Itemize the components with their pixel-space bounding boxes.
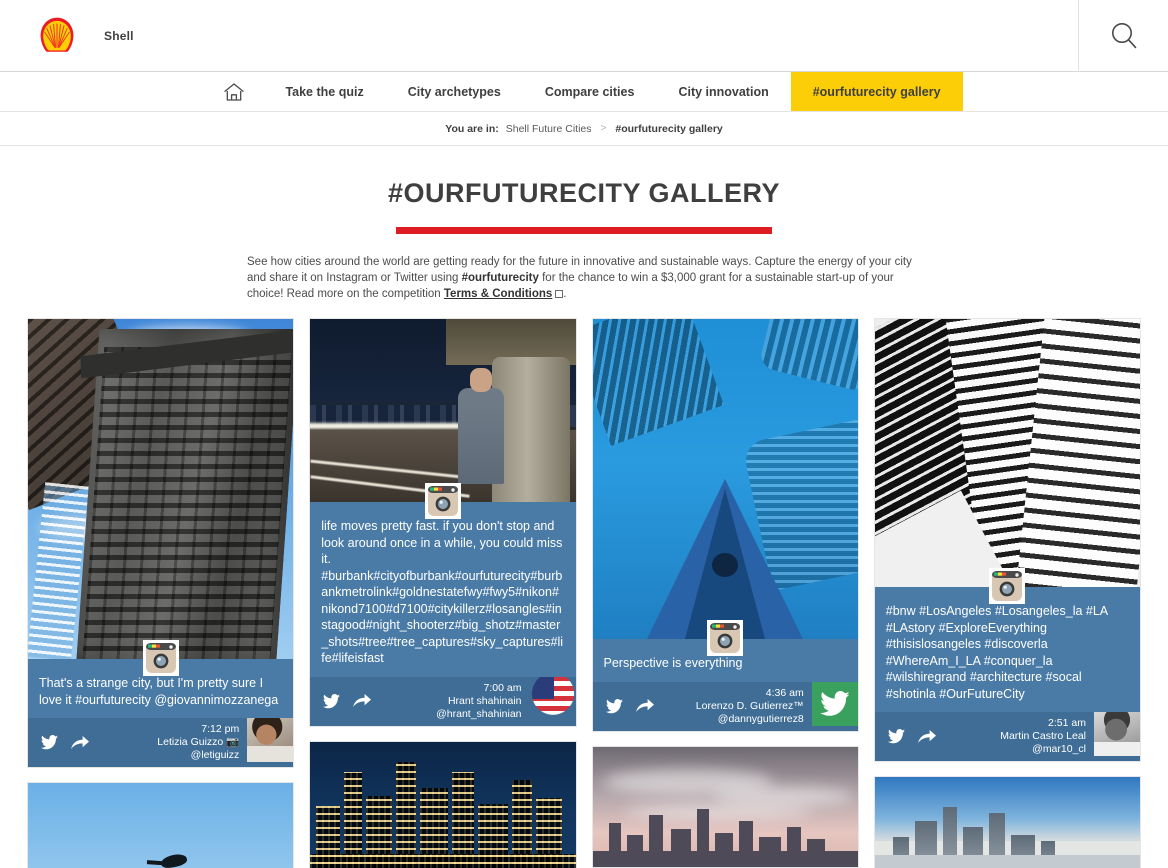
twitter-bird-icon[interactable] <box>605 698 623 714</box>
gallery-column-4: #bnw #LosAngeles #Losangeles_la #LA #LAs… <box>873 318 1141 868</box>
twitter-bird-icon[interactable] <box>41 735 58 750</box>
search-icon <box>1107 19 1141 53</box>
instagram-icon <box>424 483 461 519</box>
site-header: Shell <box>0 0 1168 72</box>
photo-los-angeles-downtown-night <box>310 741 576 868</box>
intro-text-end: . <box>563 288 567 300</box>
instagram-icon <box>989 568 1026 604</box>
post-time: 7:12 pm <box>201 723 240 735</box>
photo-freeway-light-trails-night <box>310 319 576 502</box>
post-author: Martin Castro Leal <box>1000 730 1086 742</box>
card-caption: #bnw #LosAngeles #Losangeles_la #LA #LAs… <box>874 587 1140 712</box>
photo-flatiron-building-blue-sky <box>28 319 294 659</box>
gallery-card[interactable]: That's a strange city, but I'm pretty su… <box>27 318 295 768</box>
retweet-arrow-icon[interactable] <box>71 735 89 750</box>
nav-item-take-the-quiz[interactable]: Take the quiz <box>263 72 385 111</box>
gallery-card-teaser[interactable] <box>873 776 1141 868</box>
gallery-column-2: life moves pretty fast. if you don't sto… <box>309 318 577 868</box>
gallery-card-teaser[interactable] <box>309 740 577 868</box>
avatar <box>247 718 294 762</box>
card-footer-actions <box>875 712 936 761</box>
instagram-icon <box>707 620 744 656</box>
retweet-arrow-icon[interactable] <box>353 694 372 708</box>
post-author: Lorenzo D. Gutierrez™ <box>695 699 804 712</box>
shell-pecten-logo-icon <box>36 15 78 57</box>
avatar <box>529 676 576 721</box>
breadcrumb-separator-icon: > <box>600 123 607 134</box>
breadcrumb-lead: You are in: <box>445 122 499 135</box>
breadcrumb-parent-link[interactable]: Shell Future Cities <box>506 123 592 135</box>
card-caption: life moves pretty fast. if you don't sto… <box>310 502 576 677</box>
gallery-column-3: Perspective is everything 4:36 am Lorenz… <box>591 318 859 868</box>
gallery-card[interactable]: #bnw #LosAngeles #Losangeles_la #LA #LAs… <box>873 318 1141 762</box>
card-photo[interactable] <box>874 319 1140 604</box>
post-author: Hrant shahinain <box>447 694 522 707</box>
card-photo[interactable] <box>310 319 576 519</box>
card-footer-meta: 7:00 am Hrant shahinain @hrant_shahinian <box>371 677 529 726</box>
post-time: 7:00 am <box>483 681 522 694</box>
brand-logo-group[interactable]: Shell <box>36 15 134 57</box>
retweet-arrow-icon[interactable] <box>917 729 936 744</box>
card-footer-meta: 2:51 am Martin Castro Leal @mar10_cl <box>936 712 1094 761</box>
post-time: 2:51 am <box>1048 717 1086 729</box>
breadcrumb-current: #ourfuturecity gallery <box>615 122 723 135</box>
twitter-bird-icon[interactable] <box>887 729 905 744</box>
gallery-card[interactable]: Perspective is everything 4:36 am Lorenz… <box>591 318 859 732</box>
instagram-icon <box>142 640 179 676</box>
card-photo[interactable] <box>592 319 858 656</box>
nav-item-compare-cities[interactable]: Compare cities <box>523 72 657 111</box>
twitter-bird-icon[interactable] <box>323 693 341 709</box>
gallery-card[interactable]: life moves pretty fast. if you don't sto… <box>309 318 577 727</box>
intro-paragraph: See how cities around the world are gett… <box>247 254 921 302</box>
card-footer: 4:36 am Lorenzo D. Gutierrez™ @dannyguti… <box>592 681 858 731</box>
photo-bird-in-blue-sky <box>28 783 294 868</box>
card-footer-meta: 4:36 am Lorenzo D. Gutierrez™ @dannyguti… <box>654 682 812 731</box>
nav-item-city-innovation[interactable]: City innovation <box>656 72 790 111</box>
main-navigation: Take the quiz City archetypes Compare ci… <box>0 72 1168 112</box>
card-footer: 2:51 am Martin Castro Leal @mar10_cl <box>874 712 1140 761</box>
home-icon <box>223 82 245 102</box>
card-footer-meta: 7:12 pm Letizia Guizzo 📷 @letiguizz <box>89 718 247 767</box>
card-footer: 7:00 am Hrant shahinain @hrant_shahinian <box>310 676 576 726</box>
photo-skyscrapers-looking-up-blue <box>592 319 858 639</box>
gallery-column-1: That's a strange city, but I'm pretty su… <box>27 318 295 868</box>
avatar <box>1094 712 1140 756</box>
post-handle[interactable]: @mar10_cl <box>940 743 1086 756</box>
nav-item-city-archetypes[interactable]: City archetypes <box>386 72 523 111</box>
retweet-arrow-icon[interactable] <box>635 699 654 713</box>
card-footer-actions <box>593 682 654 731</box>
card-footer-actions <box>28 718 89 767</box>
gallery-card-teaser[interactable] <box>27 782 295 868</box>
card-footer: 7:12 pm Letizia Guizzo 📷 @letiguizz <box>28 718 294 767</box>
photo-city-skyline-dusk-clouds <box>592 746 858 867</box>
search-button[interactable] <box>1078 0 1168 72</box>
gallery-card-teaser[interactable] <box>591 745 859 868</box>
post-time: 4:36 am <box>765 686 804 699</box>
sidebar-item-home[interactable] <box>205 72 263 111</box>
brand-name: Shell <box>104 28 134 43</box>
photo-los-angeles-aerial-daylight <box>874 777 1140 868</box>
post-handle[interactable]: @letiguizz <box>93 749 240 762</box>
page-title: #OURFUTURECITY GALLERY <box>387 178 781 208</box>
intro-hashtag: #ourfuturecity <box>461 272 539 284</box>
title-underline-rule <box>396 227 772 234</box>
post-handle[interactable]: @hrant_shahinian <box>375 708 521 721</box>
card-photo[interactable] <box>28 319 294 676</box>
card-footer-actions <box>310 677 372 726</box>
breadcrumb: You are in: Shell Future Cities > #ourfu… <box>0 112 1168 146</box>
avatar <box>811 681 858 726</box>
terms-and-conditions-link[interactable]: Terms & Conditions <box>444 288 552 300</box>
external-link-icon <box>555 290 564 298</box>
photo-black-and-white-architecture <box>874 319 1140 587</box>
post-author: Letizia Guizzo 📷 <box>157 736 240 748</box>
gallery-grid: That's a strange city, but I'm pretty su… <box>0 318 1168 868</box>
post-handle[interactable]: @dannygutierrez8 <box>658 713 804 726</box>
nav-item-ourfuturecity-gallery[interactable]: #ourfuturecity gallery <box>790 72 963 111</box>
